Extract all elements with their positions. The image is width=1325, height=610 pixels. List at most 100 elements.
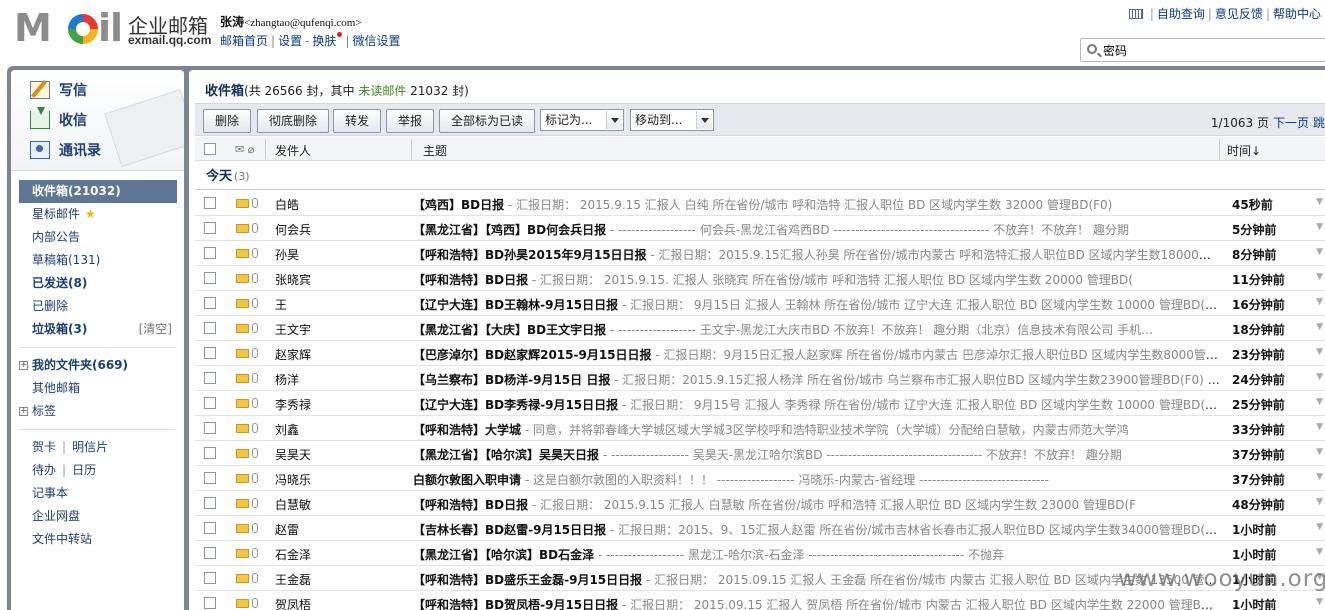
link-mail-home[interactable]: 邮箱首页 xyxy=(220,34,268,48)
mail-from[interactable]: 赵家辉 xyxy=(275,346,415,363)
mail-from[interactable]: 孙昊 xyxy=(275,246,415,263)
col-time[interactable]: 时间↓ xyxy=(1227,142,1261,159)
folder-starred[interactable]: 星标邮件 ★ xyxy=(11,203,184,226)
mail-from[interactable]: 王金磊 xyxy=(275,571,415,588)
mail-from[interactable]: 白慧敏 xyxy=(275,496,415,513)
search-input[interactable] xyxy=(1103,42,1323,58)
mail-subject[interactable]: 【黑龙江省】【大庆】BD王文宇日报 - ------------------ 王… xyxy=(413,321,1221,338)
mail-subject[interactable]: 【乌兰察布】BD杨洋-9月15日 日报 - 汇报日期：2015.9.15汇报人杨… xyxy=(413,371,1221,388)
chevron-down-icon[interactable]: ▼ xyxy=(1316,372,1323,382)
folder-sent[interactable]: 已发送(8) xyxy=(11,272,184,295)
unread-link[interactable]: 未读邮件 xyxy=(358,84,406,98)
mail-row[interactable]: 何会兵 【黑龙江省】【鸡西】BD何会兵日报 - -----------------… xyxy=(195,216,1325,241)
mail-subject[interactable]: 【鸡西】BD日报 - 汇报日期： 2015.9.15 汇报人 白纯 所在省份/城… xyxy=(413,196,1221,213)
mail-row[interactable]: 白皓 【鸡西】BD日报 - 汇报日期： 2015.9.15 汇报人 白纯 所在省份… xyxy=(195,191,1325,216)
expand-icon[interactable]: + xyxy=(19,407,28,416)
mail-subject[interactable]: 【黑龙江省】【哈尔滨】BD石金泽 - ------------------ 黑龙… xyxy=(413,546,1221,563)
mail-from[interactable]: 王文宇 xyxy=(275,321,415,338)
mail-row[interactable]: 孙昊 【呼和浩特】BD孙昊2015年9月15日日报 - 汇报日期：2015.9.1… xyxy=(195,241,1325,266)
keyboard-icon[interactable] xyxy=(1128,9,1143,19)
mail-row[interactable]: 白慧敏 【呼和浩特】BD日报 - 汇报日期： 2015.9.15 汇报人 白慧敏 … xyxy=(195,491,1325,516)
mail-row-checkbox[interactable] xyxy=(204,547,216,559)
mail-row-checkbox[interactable] xyxy=(204,422,216,434)
mail-row-checkbox[interactable] xyxy=(204,397,216,409)
mail-search[interactable] xyxy=(1080,38,1325,62)
mail-row-checkbox[interactable] xyxy=(204,447,216,459)
mail-subject[interactable]: 【巴彦淖尔】BD赵家辉2015-9月15日日报 - 汇报日期：9月15日汇报人赵… xyxy=(413,346,1221,363)
link-wechat-settings[interactable]: 微信设置 xyxy=(352,34,400,48)
mail-row[interactable]: 赵雷 【吉林长春】BD赵雷-9月15日日报 - 汇报日期：2015、9、15汇报人… xyxy=(195,516,1325,541)
mail-subject[interactable]: 【黑龙江省】【哈尔滨】吴昊天日报 - ------------------ 吴昊… xyxy=(413,446,1221,463)
mail-from[interactable]: 何会兵 xyxy=(275,221,415,238)
mail-row[interactable]: 赵家辉 【巴彦淖尔】BD赵家辉2015-9月15日日报 - 汇报日期：9月15日汇… xyxy=(195,341,1325,366)
tool-calendar[interactable]: 日历 xyxy=(72,463,96,477)
tool-postcard[interactable]: 明信片 xyxy=(72,440,108,454)
clear-trash-link[interactable]: [清空] xyxy=(139,318,172,341)
mail-row-checkbox[interactable] xyxy=(204,272,216,284)
mail-row[interactable]: 李秀禄 【辽宁大连】BD李秀禄-9月15日日报 - 汇报日期： 9月15号 汇报人… xyxy=(195,391,1325,416)
mail-subject[interactable]: 【呼和浩特】BD日报 - 汇报日期： 2015.9.15. 汇报人 张晓宾 所在… xyxy=(413,271,1221,288)
mail-row[interactable]: 张晓宾 【呼和浩特】BD日报 - 汇报日期： 2015.9.15. 汇报人 张晓宾… xyxy=(195,266,1325,291)
mail-subject[interactable]: 【吉林长春】BD赵雷-9月15日日报 - 汇报日期：2015、9、15汇报人赵雷… xyxy=(413,521,1221,538)
mail-from[interactable]: 白皓 xyxy=(275,196,415,213)
mail-subject[interactable]: 【呼和浩特】大学城 - 同意，并将郭春峰大学城区域大学城3区学校呼和浩特职业技术… xyxy=(413,421,1221,438)
chevron-down-icon[interactable]: ▼ xyxy=(1316,347,1323,357)
mark-as-select[interactable]: 标记为... xyxy=(540,109,624,131)
mail-subject[interactable]: 【呼和浩特】BD日报 - 汇报日期： 2015.9.15 汇报人 白慧敏 所在省… xyxy=(413,496,1221,513)
mail-row[interactable]: 石金泽 【黑龙江省】【哈尔滨】BD石金泽 - ------------------… xyxy=(195,541,1325,566)
chevron-down-icon[interactable]: ▼ xyxy=(1316,422,1323,432)
mail-from[interactable]: 杨洋 xyxy=(275,371,415,388)
mail-subject[interactable]: 【呼和浩特】BD盛乐王金磊-9月15日日报 - 汇报日期： 2015.09.15… xyxy=(413,571,1221,588)
link-skin[interactable]: 换肤 xyxy=(312,34,336,48)
mail-from[interactable]: 吴昊天 xyxy=(275,446,415,463)
delete-permanently-button[interactable]: 彻底删除 xyxy=(257,109,329,133)
folder-other-mail[interactable]: 其他邮箱 xyxy=(11,377,184,400)
delete-button[interactable]: 删除 xyxy=(203,109,251,133)
mail-row-checkbox[interactable] xyxy=(204,197,216,209)
jump-page-link[interactable]: 跳 xyxy=(1313,116,1325,130)
chevron-down-icon[interactable]: ▼ xyxy=(1316,297,1323,307)
chevron-down-icon[interactable]: ▼ xyxy=(1316,547,1323,557)
chevron-down-icon[interactable]: ▼ xyxy=(1316,222,1323,232)
folder-drafts[interactable]: 草稿箱(131) xyxy=(11,249,184,272)
tool-todo[interactable]: 待办 xyxy=(32,463,56,477)
link-self-query[interactable]: 自助查询 xyxy=(1157,7,1205,21)
chevron-down-icon[interactable]: ▼ xyxy=(1316,497,1323,507)
move-to-select[interactable]: 移动到... xyxy=(630,109,714,131)
chevron-down-icon[interactable]: ▼ xyxy=(1316,522,1323,532)
mail-from[interactable]: 石金泽 xyxy=(275,546,415,563)
mail-from[interactable]: 刘鑫 xyxy=(275,421,415,438)
folder-announcements[interactable]: 内部公告 xyxy=(11,226,184,249)
forward-button[interactable]: 转发 xyxy=(333,109,381,133)
mail-row-checkbox[interactable] xyxy=(204,322,216,334)
folder-my-folders[interactable]: + 我的文件夹(669) xyxy=(11,354,184,377)
mail-row-checkbox[interactable] xyxy=(204,472,216,484)
mail-subject[interactable]: 【呼和浩特】BD孙昊2015年9月15日日报 - 汇报日期：2015.9.15汇… xyxy=(413,246,1221,263)
mail-row[interactable]: 王文宇 【黑龙江省】【大庆】BD王文宇日报 - -----------------… xyxy=(195,316,1325,341)
link-feedback[interactable]: 意见反馈 xyxy=(1215,7,1263,21)
chevron-down-icon[interactable]: ▼ xyxy=(1316,597,1323,607)
mail-row[interactable]: 吴昊天 【黑龙江省】【哈尔滨】吴昊天日报 - ------------------… xyxy=(195,441,1325,466)
mail-row[interactable]: 冯晓乐 白额尔敦图入职申请 - 这是白额尔敦图的入职资料！！！ ---------… xyxy=(195,466,1325,491)
compose-button[interactable]: 写信 xyxy=(30,80,87,100)
contacts-button[interactable]: 通讯录 xyxy=(30,140,101,160)
group-today[interactable]: 今天 (3) xyxy=(195,166,250,188)
tool-transfer[interactable]: 文件中转站 xyxy=(11,528,184,551)
chevron-down-icon[interactable]: ▼ xyxy=(1316,472,1323,482)
next-page-link[interactable]: 下一页 xyxy=(1273,116,1309,130)
expand-icon[interactable]: + xyxy=(19,361,28,370)
mail-subject[interactable]: 【辽宁大连】BD王翰林-9月15日日报 - 汇报日期： 9月15日 汇报人 王翰… xyxy=(413,296,1221,313)
mail-row-checkbox[interactable] xyxy=(204,247,216,259)
tool-card[interactable]: 贺卡 xyxy=(32,440,56,454)
folder-tags[interactable]: + 标签 xyxy=(11,400,184,423)
mail-from[interactable]: 冯晓乐 xyxy=(275,471,415,488)
mail-row[interactable]: 刘鑫 【呼和浩特】大学城 - 同意，并将郭春峰大学城区域大学城3区学校呼和浩特职业… xyxy=(195,416,1325,441)
mail-from[interactable]: 张晓宾 xyxy=(275,271,415,288)
chevron-down-icon[interactable]: ▼ xyxy=(1316,197,1323,207)
mail-row[interactable]: 王【辽宁大连】BD王翰林-9月15日日报 - 汇报日期： 9月15日 汇报人 王… xyxy=(195,291,1325,316)
chevron-down-icon[interactable]: ▼ xyxy=(1316,247,1323,257)
chevron-down-icon[interactable]: ▼ xyxy=(1316,447,1323,457)
mail-row-checkbox[interactable] xyxy=(204,372,216,384)
folder-deleted[interactable]: 已删除 xyxy=(11,295,184,318)
report-button[interactable]: 举报 xyxy=(386,109,434,133)
